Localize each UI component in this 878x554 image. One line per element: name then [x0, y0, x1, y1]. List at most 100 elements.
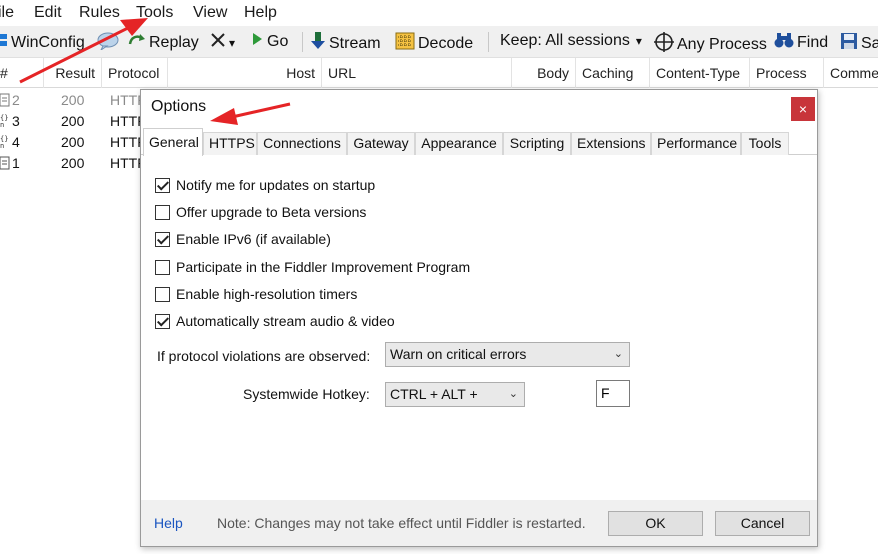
col-caching[interactable]: Caching [576, 58, 650, 88]
session-css-icon: {} n [0, 113, 10, 132]
tab-general[interactable]: General [143, 128, 203, 156]
x-icon [210, 32, 226, 53]
hotkey-modifier-value: CTRL + ALT + [390, 386, 478, 402]
tab-performance[interactable]: Performance [651, 132, 741, 155]
windows-icon [0, 32, 8, 53]
toolbar: WinConfig Replay ▾ Go Stream Decode Keep… [0, 26, 878, 58]
chevron-down-icon: ▾ [635, 34, 642, 48]
any-process-button[interactable]: Any Process [654, 32, 767, 57]
table-row[interactable]: 1 200 HTTP [0, 153, 147, 174]
session-doc-icon [0, 155, 10, 174]
stream-audio-video-checkbox[interactable]: Automatically stream audio & video [155, 313, 395, 329]
remove-button[interactable]: ▾ [210, 32, 235, 53]
toolbar-divider [302, 32, 303, 52]
col-protocol[interactable]: Protocol [102, 58, 168, 88]
session-doc-icon [0, 92, 10, 111]
checkbox-label: Participate in the Fiddler Improvement P… [176, 259, 471, 275]
checkbox-box[interactable] [155, 259, 170, 275]
replay-button[interactable]: Replay [128, 32, 199, 53]
checkbox-label: Offer upgrade to Beta versions [176, 204, 367, 220]
checkbox-box[interactable] [155, 286, 170, 302]
col-result[interactable]: Result [44, 58, 102, 88]
table-row[interactable]: {} n 3 200 HTTP [0, 111, 147, 132]
go-label: Go [267, 32, 289, 50]
menu-edit[interactable]: Edit [34, 4, 62, 22]
tab-tools[interactable]: Tools [741, 132, 789, 155]
high-res-timers-checkbox[interactable]: Enable high-resolution timers [155, 286, 357, 302]
svg-text:n: n [0, 121, 4, 129]
notify-updates-checkbox[interactable]: Notify me for updates on startup [155, 177, 375, 193]
hotkey-key-input[interactable]: F [596, 380, 630, 407]
go-button[interactable]: Go [250, 32, 288, 51]
session-id: 2 [12, 92, 20, 108]
comment-button[interactable] [97, 32, 122, 55]
tab-https[interactable]: HTTPS [203, 132, 257, 155]
ok-button[interactable]: OK [608, 511, 703, 536]
stream-button[interactable]: Stream [310, 32, 381, 55]
session-result: 200 [61, 155, 85, 171]
decode-label: Decode [418, 34, 474, 52]
checkbox-box[interactable] [155, 177, 170, 193]
keep-sessions-dropdown[interactable]: Keep: All sessions ▾ [500, 32, 642, 50]
tab-gateway[interactable]: Gateway [347, 132, 415, 155]
hotkey-modifier-select[interactable]: CTRL + ALT + ⌄ [385, 382, 525, 407]
hotkey-label: Systemwide Hotkey: [243, 386, 370, 402]
tab-connections[interactable]: Connections [257, 132, 347, 155]
tab-appearance[interactable]: Appearance [415, 132, 503, 155]
play-icon [250, 32, 264, 51]
session-result: 200 [61, 113, 85, 129]
session-id: 4 [12, 134, 20, 150]
decode-button[interactable]: Decode [395, 32, 473, 55]
decode-icon [395, 32, 415, 55]
checkbox-label: Notify me for updates on startup [176, 177, 376, 193]
menu-tools[interactable]: Tools [136, 4, 173, 22]
options-dialog: Options × General HTTPS Connections Gate… [140, 89, 818, 547]
help-link[interactable]: Help [154, 515, 183, 531]
checkbox-box[interactable] [155, 231, 170, 247]
cancel-button[interactable]: Cancel [715, 511, 810, 536]
col-number[interactable]: # [0, 58, 44, 88]
chevron-down-icon: ⌄ [508, 388, 518, 400]
find-label: Find [797, 33, 829, 51]
winconfig-button[interactable]: WinConfig [0, 32, 85, 53]
crosshair-icon [654, 32, 674, 57]
tab-extensions[interactable]: Extensions [571, 132, 651, 155]
col-process[interactable]: Process [750, 58, 824, 88]
menu-view[interactable]: View [193, 4, 227, 22]
improvement-program-checkbox[interactable]: Participate in the Fiddler Improvement P… [155, 259, 470, 275]
menu-rules[interactable]: Rules [79, 4, 120, 22]
enable-ipv6-checkbox[interactable]: Enable IPv6 (if available) [155, 231, 331, 247]
table-row[interactable]: {} n 4 200 HTTP [0, 132, 147, 153]
replay-label: Replay [149, 33, 199, 51]
tab-scripting[interactable]: Scripting [503, 132, 571, 155]
col-content-type[interactable]: Content-Type [650, 58, 750, 88]
remove-dropdown-icon[interactable]: ▾ [229, 36, 235, 50]
svg-text:n: n [0, 142, 4, 150]
col-body[interactable]: Body [512, 58, 576, 88]
close-button[interactable]: × [791, 97, 815, 121]
menu-help[interactable]: Help [244, 4, 277, 22]
checkbox-box[interactable] [155, 204, 170, 220]
checkbox-box[interactable] [155, 313, 170, 329]
offer-beta-checkbox[interactable]: Offer upgrade to Beta versions [155, 204, 366, 220]
tab-strip: General HTTPS Connections Gateway Appear… [141, 128, 817, 156]
save-icon [840, 32, 858, 55]
col-url[interactable]: URL [322, 58, 512, 88]
col-host[interactable]: Host [168, 58, 322, 88]
menu-file[interactable]: ile [0, 4, 14, 22]
table-row[interactable]: 2 200 HTTP [0, 90, 147, 111]
session-result: 200 [61, 92, 85, 108]
save-button[interactable]: Sa [840, 32, 878, 55]
menu-bar: ile Edit Rules Tools View Help [0, 0, 878, 26]
general-panel: Notify me for updates on startup Offer u… [141, 155, 817, 500]
speech-bubble-icon [97, 32, 119, 55]
stream-icon [310, 32, 326, 55]
protocol-violations-select[interactable]: Warn on critical errors ⌄ [385, 342, 630, 367]
save-label: Sa [861, 34, 878, 52]
col-comments[interactable]: Commen [824, 58, 878, 88]
find-button[interactable]: Find [774, 32, 828, 53]
session-css-icon: {} n [0, 134, 10, 153]
dialog-title: Options [151, 98, 207, 115]
binoculars-icon [774, 32, 794, 53]
protocol-violations-label: If protocol violations are observed: [157, 348, 371, 364]
